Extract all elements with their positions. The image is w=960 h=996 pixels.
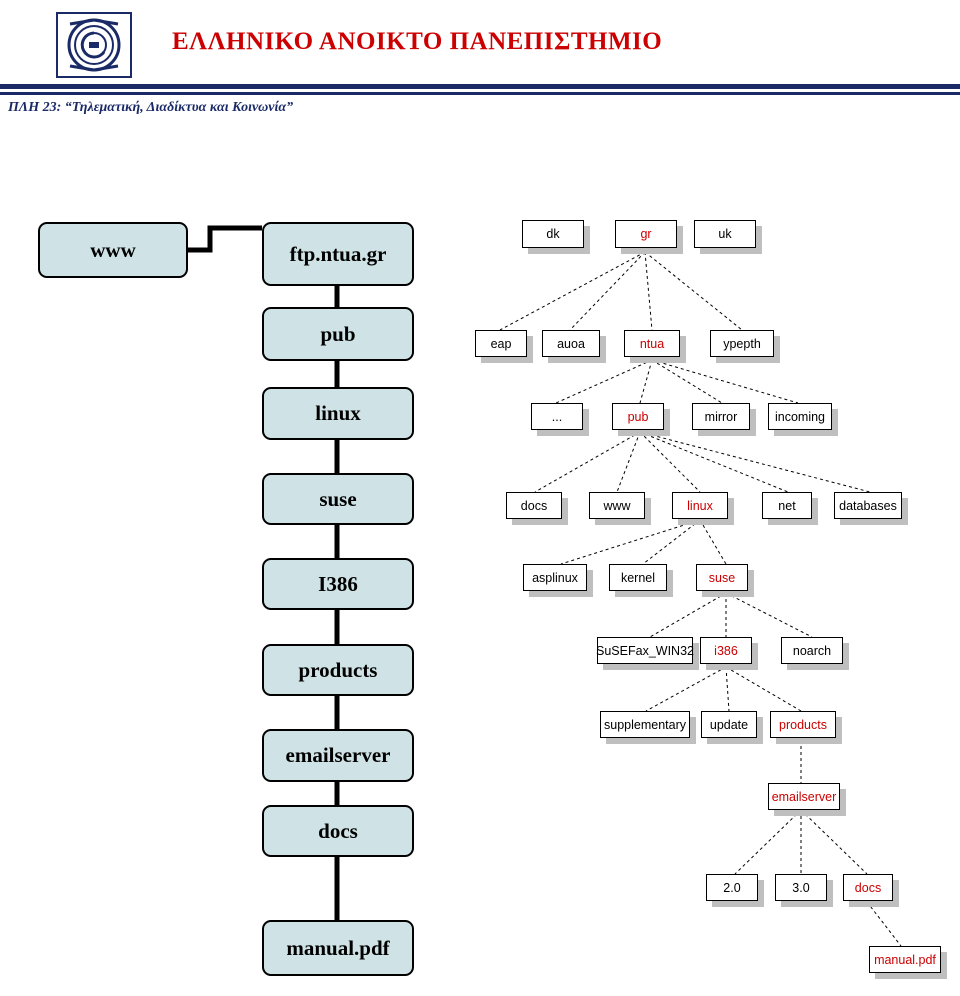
tree-node-label: i386 [714,643,738,658]
tree-node-i386[interactable]: i386 [700,637,752,664]
page-header: ΕΛΛΗΝΙΚΟ ΑΝΟΙΚΤΟ ΠΑΝΕΠΙΣΤΗΜΙΟ ΠΛΗ 23: “Τ… [0,0,960,130]
tree-node-emailserver[interactable]: emailserver [768,783,840,810]
tree-node-label: asplinux [532,570,578,585]
tree-node-label: emailserver [771,789,837,804]
path-box-label: emailserver [285,743,391,767]
tree-node-label: noarch [792,643,832,658]
path-box-label: ftp.ntua.gr [289,241,387,266]
tree-node-incoming[interactable]: incoming [768,403,832,430]
tree-node-supplementary[interactable]: supplementary [600,711,690,738]
university-title: ΕΛΛΗΝΙΚΟ ΑΝΟΙΚΤΟ ΠΑΝΕΠΙΣΤΗΜΙΟ [172,28,663,55]
tree-node-label: ypepth [723,336,761,351]
path-box-label: www [90,237,136,262]
tree-node-2-0[interactable]: 2.0 [706,874,758,901]
course-title: ΠΛΗ 23: “Τηλεματική, Διαδίκτυα και Κοινω… [8,100,294,115]
tree-node-noarch[interactable]: noarch [781,637,843,664]
tree-node-label: suse [708,570,736,585]
path-box-label: products [298,657,378,682]
tree-node-label: docs [854,880,882,895]
path-box-linux[interactable]: linux [262,387,414,440]
tree-node-label: www [603,498,631,513]
tree-node-label: update [709,717,749,732]
header-rule-bottom [0,92,960,95]
path-box-docs[interactable]: docs [262,805,414,857]
tree-node-kernel[interactable]: kernel [609,564,667,591]
header-rule-top [0,84,960,89]
tree-node-label: uk [718,227,732,241]
tree-node-products[interactable]: products [770,711,836,738]
tree-node-label: incoming [774,409,826,424]
tree-node-mirror[interactable]: mirror [692,403,750,430]
tree-node-label: 3.0 [792,880,810,895]
path-box-label: I386 [318,571,358,596]
path-box-label: docs [318,818,358,843]
tree-node-net[interactable]: net [762,492,812,519]
path-box-label: pub [320,321,356,346]
path-box-label: linux [315,401,361,425]
tree-node-label: supplementary [604,717,686,732]
tree-node-label: docs [520,498,548,513]
tree-node-eap[interactable]: eap [475,330,527,357]
path-box-i386[interactable]: I386 [262,558,414,610]
tree-node-docs[interactable]: docs [506,492,562,519]
tree-node-update[interactable]: update [701,711,757,738]
tree-node-uk[interactable]: uk [694,220,756,248]
tree-node-www[interactable]: www [589,492,645,519]
tree-node-label: products [779,717,827,732]
tree-node-label: linux [687,498,713,513]
path-box-label: manual.pdf [286,935,390,960]
path-box-label: suse [319,486,357,511]
tree-node-label: SuSEFax_WIN32 [596,643,694,658]
path-box-emailserver[interactable]: emailserver [262,729,414,782]
tree-node-label: pub [627,409,649,424]
eap-logo-icon [56,12,132,78]
tree-node-manual-pdf[interactable]: manual.pdf [869,946,941,973]
path-box-ftp[interactable]: ftp.ntua.gr [262,222,414,286]
tree-node-suse[interactable]: suse [696,564,748,591]
tree-node-asplinux[interactable]: asplinux [523,564,587,591]
tree-node-label: mirror [704,409,738,424]
tree-node-label: 2.0 [723,880,741,895]
tree-node-docs-leaf[interactable]: docs [843,874,893,901]
tree-node-ypepth[interactable]: ypepth [710,330,774,357]
path-box-products[interactable]: products [262,644,414,696]
tree-node-label: databases [839,498,897,513]
tree-node-3-0[interactable]: 3.0 [775,874,827,901]
tree-node-label: eap [490,336,512,351]
tree-node-label: ntua [639,336,665,351]
tree-node-label: manual.pdf [874,952,936,967]
tree-node-dk[interactable]: dk [522,220,584,248]
tree-node-label: net [778,498,796,513]
tree-node-ntua[interactable]: ntua [624,330,680,357]
path-box-suse[interactable]: suse [262,473,414,525]
tree-node-label: ... [551,409,563,424]
path-box-pub[interactable]: pub [262,307,414,361]
tree-node-label: dk [546,227,560,241]
tree-node-auoa[interactable]: auoa [542,330,600,357]
tree-node-ellipsis[interactable]: ... [531,403,583,430]
tree-node-label: gr [640,227,652,241]
tree-node-gr[interactable]: gr [615,220,677,248]
tree-node-pub[interactable]: pub [612,403,664,430]
tree-node-label: kernel [620,570,656,585]
tree-node-linux[interactable]: linux [672,492,728,519]
path-box-manual[interactable]: manual.pdf [262,920,414,976]
path-box-www[interactable]: www [38,222,188,278]
tree-node-databases[interactable]: databases [834,492,902,519]
tree-node-label: auoa [557,336,585,351]
tree-node-susefax[interactable]: SuSEFax_WIN32 [596,637,694,664]
